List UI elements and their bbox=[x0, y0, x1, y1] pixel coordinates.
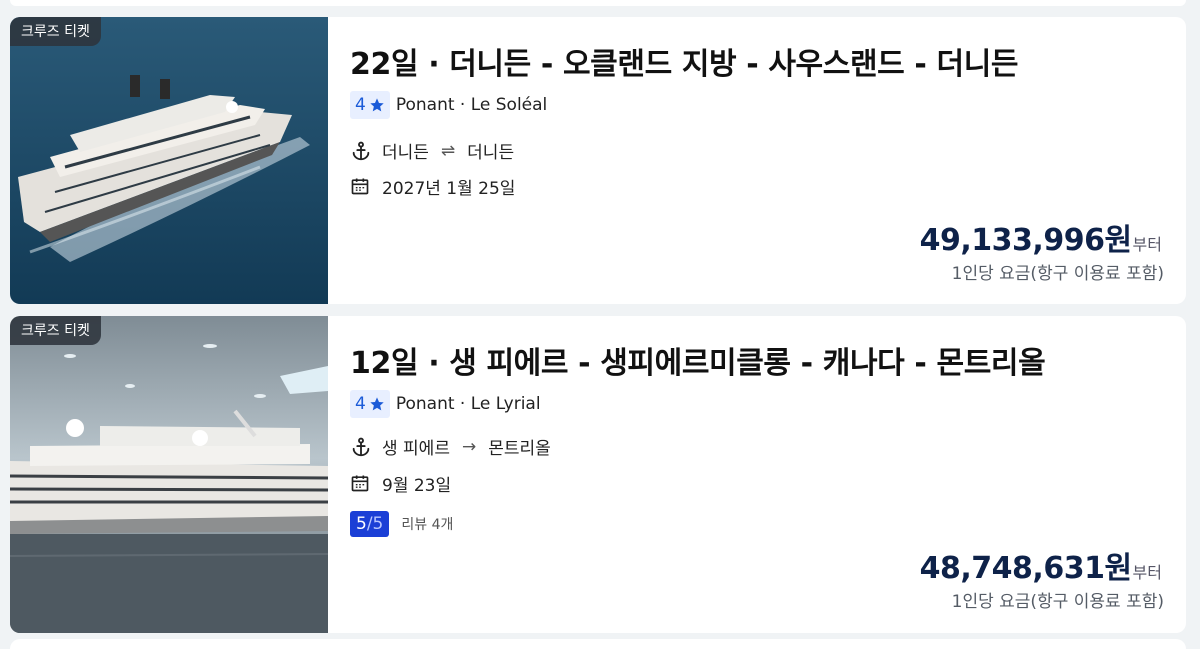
price-suffix: 부터 bbox=[1132, 235, 1162, 254]
rating-value: 4 bbox=[355, 95, 366, 115]
cruise-title[interactable]: 22일 · 더니든 - 오클랜드 지방 - 사우스랜드 - 더니든 bbox=[350, 39, 1019, 83]
cruise-photo[interactable]: 크루즈 티켓 bbox=[10, 17, 328, 304]
rating-chip: 4 bbox=[350, 390, 390, 418]
route-row: 생 피에르 → 몬트리올 bbox=[350, 434, 551, 459]
previous-card-edge bbox=[10, 0, 1186, 6]
cruise-title[interactable]: 12일 · 생 피에르 - 생피에르미클롱 - 캐나다 - 몬트리올 bbox=[350, 338, 1046, 382]
anchor-icon bbox=[350, 436, 372, 458]
route-row: 더니든 ⇌ 더니든 bbox=[350, 138, 514, 163]
rating-row: 4 Ponant · Le Soléal bbox=[350, 91, 547, 119]
cruise-info: 12일 · 생 피에르 - 생피에르미클롱 - 캐나다 - 몬트리올 4 Pon… bbox=[350, 316, 1186, 633]
route-from: 더니든 bbox=[382, 143, 429, 163]
ship-name: Ponant · Le Soléal bbox=[395, 95, 548, 115]
next-card-edge bbox=[10, 639, 1186, 649]
review-score-total: /5 bbox=[366, 514, 384, 534]
cruise-card[interactable]: 크루즈 티켓 12일 · 생 피에르 - 생피에르미클롱 - 캐나다 - 몬트리… bbox=[10, 316, 1186, 633]
price-amount: 48,748,631원 bbox=[919, 551, 1132, 586]
star-icon bbox=[370, 397, 384, 411]
route-from: 생 피에르 bbox=[382, 439, 450, 459]
calendar-icon bbox=[350, 473, 372, 495]
review-row: 5/5 리뷰 4개 bbox=[350, 511, 453, 537]
rating-chip: 4 bbox=[350, 91, 390, 119]
cruise-ticket-badge: 크루즈 티켓 bbox=[10, 316, 101, 345]
star-icon bbox=[370, 98, 384, 112]
rating-value: 4 bbox=[355, 394, 366, 414]
review-count[interactable]: 리뷰 4개 bbox=[401, 514, 453, 534]
price: 48,748,631원부터 bbox=[920, 543, 1162, 587]
cruise-card[interactable]: 크루즈 티켓 22일 · 더니든 - 오클랜드 지방 - 사우스랜드 - 더니든… bbox=[10, 17, 1186, 304]
price-suffix: 부터 bbox=[1132, 563, 1162, 582]
price: 49,133,996원부터 bbox=[920, 215, 1162, 259]
rating-row: 4 Ponant · Le Lyrial bbox=[350, 390, 541, 418]
calendar-icon bbox=[350, 176, 372, 198]
cruise-photo[interactable]: 크루즈 티켓 bbox=[10, 316, 328, 633]
price-amount: 49,133,996원 bbox=[919, 223, 1132, 258]
anchor-icon bbox=[350, 140, 372, 162]
round-trip-arrow-icon: ⇌ bbox=[440, 140, 456, 161]
date-row: 2027년 1월 25일 bbox=[350, 174, 515, 199]
route-to: 몬트리올 bbox=[488, 439, 551, 459]
price-note: 1인당 요금(항구 이용료 포함) bbox=[951, 264, 1164, 284]
route-to: 더니든 bbox=[467, 143, 515, 163]
cruise-info: 22일 · 더니든 - 오클랜드 지방 - 사우스랜드 - 더니든 4 Pona… bbox=[350, 17, 1186, 304]
review-score-value: 5 bbox=[356, 514, 367, 534]
departure-date: 2027년 1월 25일 bbox=[382, 179, 516, 199]
price-note: 1인당 요금(항구 이용료 포함) bbox=[951, 592, 1164, 612]
cruise-ticket-badge: 크루즈 티켓 bbox=[10, 17, 101, 46]
date-row: 9월 23일 bbox=[350, 471, 451, 496]
departure-date: 9월 23일 bbox=[382, 476, 452, 496]
ship-name: Ponant · Le Lyrial bbox=[395, 394, 541, 414]
arrow-right-icon: → bbox=[461, 436, 477, 457]
review-score: 5/5 bbox=[350, 511, 390, 537]
